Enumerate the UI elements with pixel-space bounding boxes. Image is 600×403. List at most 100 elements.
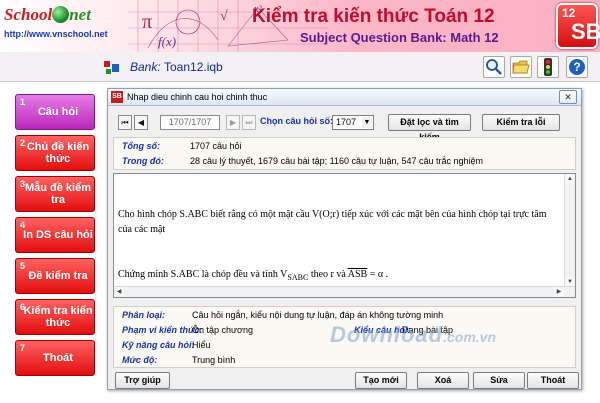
nav-item-label: Chủ đề kiến thức <box>26 141 90 165</box>
nav-item-number: 7 <box>20 343 26 353</box>
svg-text:√: √ <box>220 9 228 24</box>
nav-item-label: Đề kiểm tra <box>28 270 88 282</box>
nav-item-exit[interactable]: 7 Thoát <box>15 340 95 376</box>
last-icon: ⏭ <box>245 118 253 127</box>
check-errors-button[interactable]: Kiểm tra lỗi <box>482 114 560 131</box>
choose-question-label: Chọn câu hỏi số: <box>260 116 333 126</box>
nav-item-topics[interactable]: 2 Chủ đề kiến thức <box>15 135 95 171</box>
last-record-button[interactable]: ⏭ <box>242 115 256 130</box>
breakdown-value: 28 câu lý thuyết, 1679 câu bài tập; 1160… <box>190 156 484 166</box>
level-value: Trung bình <box>192 355 236 365</box>
bank-icon <box>104 61 119 74</box>
nav-item-label: Thoát <box>43 352 73 364</box>
nav-item-exams[interactable]: 5 Đề kiểm tra <box>15 258 95 294</box>
watermark-main: Download <box>330 322 444 347</box>
scroll-left-icon[interactable]: ◀ <box>114 287 124 297</box>
help-icon: ? <box>569 59 585 75</box>
question-line-2-end: = α . <box>367 269 389 280</box>
bank-toolbar: Bank: Toan12.iqb ? <box>0 52 600 82</box>
app-title: Kiểm tra kiến thức Toán 12 <box>252 6 495 27</box>
nav-item-test-templates[interactable]: 3 Mẫu đề kiểm tra <box>15 176 95 212</box>
nav-item-label: In DS câu hỏi <box>23 229 93 241</box>
logo-suffix: net <box>69 5 91 24</box>
question-text-area[interactable]: Cho hình chóp S.ABC biết rằng có một mặt… <box>113 173 576 298</box>
watermark-domain: .com.vn <box>443 329 497 345</box>
nav-item-label: Mẫu đề kiểm tra <box>24 182 92 206</box>
sb-badge: 12 SB <box>556 3 600 49</box>
next-record-button[interactable]: ▶ <box>226 115 240 130</box>
volume-subscript: SABC <box>287 273 309 282</box>
nav-item-number: 5 <box>20 261 26 271</box>
main-navigation: 1 Câu hỏi 2 Chủ đề kiến thức 3 Mẫu đề ki… <box>0 82 100 403</box>
folder-icon <box>512 60 530 74</box>
dialog-title: Nhap dieu chinh cau hoi chinh thuc <box>127 92 268 102</box>
logo-prefix: School <box>4 5 53 24</box>
download-watermark: Download.com.vn <box>330 322 496 348</box>
breakdown-label: Trong đó: <box>122 156 164 166</box>
nav-item-number: 4 <box>20 220 26 230</box>
nav-item-number: 2 <box>20 138 26 148</box>
question-line-2-start: Chứng minh S.ABC là chóp đều và tính V <box>118 269 288 280</box>
close-icon: ✕ <box>564 92 572 102</box>
scroll-up-icon[interactable]: ▲ <box>565 174 575 184</box>
nav-item-knowledge-test[interactable]: 6 Kiểm tra kiến thức <box>15 299 95 335</box>
nav-item-print-list[interactable]: 4 In DS câu hỏi <box>15 217 95 253</box>
first-icon: ⏮ <box>121 118 129 127</box>
question-line-2: Chứng minh S.ABC là chóp đều và tính VSA… <box>118 267 558 285</box>
skill-label: Kỹ năng câu hỏi: <box>122 340 195 350</box>
traffic-light-icon <box>544 58 552 76</box>
edit-button[interactable]: Sửa <box>473 372 525 389</box>
globe-icon <box>52 6 70 23</box>
status-button[interactable] <box>537 56 559 78</box>
question-line-1: Cho hình chóp S.ABC biết rằng có một mặt… <box>118 209 549 235</box>
scope-label: Phạm vi kiến thức: <box>122 325 203 335</box>
bank-label: Bank: <box>130 60 161 74</box>
badge-letters: SB <box>571 19 600 44</box>
total-value: 1707 câu hỏi <box>190 141 242 151</box>
search-icon <box>486 59 502 75</box>
scroll-right-icon[interactable]: ▶ <box>554 287 564 297</box>
record-position: 1707/1707 <box>160 115 220 130</box>
dialog-titlebar[interactable]: SB Nhap dieu chinh cau hoi chinh thuc ✕ <box>108 89 581 106</box>
site-url: http://www.vnschool.net <box>4 29 108 39</box>
angle-symbol: ASB <box>347 269 368 280</box>
nav-item-number: 1 <box>20 97 26 107</box>
total-label: Tổng số: <box>122 141 160 151</box>
close-button[interactable]: ✕ <box>559 90 577 104</box>
nav-item-label: Kiểm tra kiến thức <box>23 305 93 329</box>
app-header: School net http://www.vnschool.net π f(x)… <box>0 0 600 52</box>
nav-item-number: 3 <box>20 179 26 189</box>
app-icon: SB <box>111 91 123 103</box>
new-button[interactable]: Tạo mới <box>355 372 407 389</box>
classification-value: Câu hỏi ngắn, kiểu nội dung tự luận, đáp… <box>192 310 444 320</box>
prev-record-button[interactable]: ◀ <box>134 115 148 130</box>
open-folder-button[interactable] <box>510 56 532 78</box>
filter-search-button[interactable]: Đặt lọc và tìm kiếm <box>388 114 471 142</box>
schoolnet-logo: School net <box>4 5 91 25</box>
first-record-button[interactable]: ⏮ <box>118 115 132 130</box>
search-button[interactable] <box>483 56 505 78</box>
next-icon: ▶ <box>229 118 237 127</box>
nav-item-label: Câu hỏi <box>37 106 79 118</box>
help-button-dialog[interactable]: Trợ giúp <box>115 372 170 389</box>
help-glyph: ? <box>573 60 580 74</box>
help-button[interactable]: ? <box>566 56 588 78</box>
vertical-scrollbar[interactable]: ▲ ▼ <box>564 174 575 287</box>
nav-item-number: 6 <box>20 302 26 312</box>
level-label: Mức độ: <box>122 355 158 365</box>
chevron-down-icon: ▼ <box>362 117 372 128</box>
app-subtitle: Subject Question Bank: Math 12 <box>300 30 499 45</box>
badge-number: 12 <box>562 6 576 20</box>
svg-text:f(x): f(x) <box>158 34 176 49</box>
bank-file-name: Toan12.iqb <box>164 60 223 74</box>
exit-button[interactable]: Thoát <box>527 372 579 389</box>
scope-value: Ôn tập chương <box>192 325 253 335</box>
horizontal-scrollbar[interactable]: ◀ ▶ <box>114 286 575 297</box>
prev-icon: ◀ <box>137 118 145 127</box>
delete-button[interactable]: Xoá <box>417 372 469 389</box>
question-summary: Tổng số: 1707 câu hỏi Trong đó: 28 câu l… <box>113 137 576 170</box>
question-number-select[interactable]: 1707 ▼ <box>332 115 374 130</box>
nav-item-questions[interactable]: 1 Câu hỏi <box>15 94 95 130</box>
question-line-2-middle: theo r và <box>308 269 348 280</box>
skill-value: Hiểu <box>192 340 211 350</box>
